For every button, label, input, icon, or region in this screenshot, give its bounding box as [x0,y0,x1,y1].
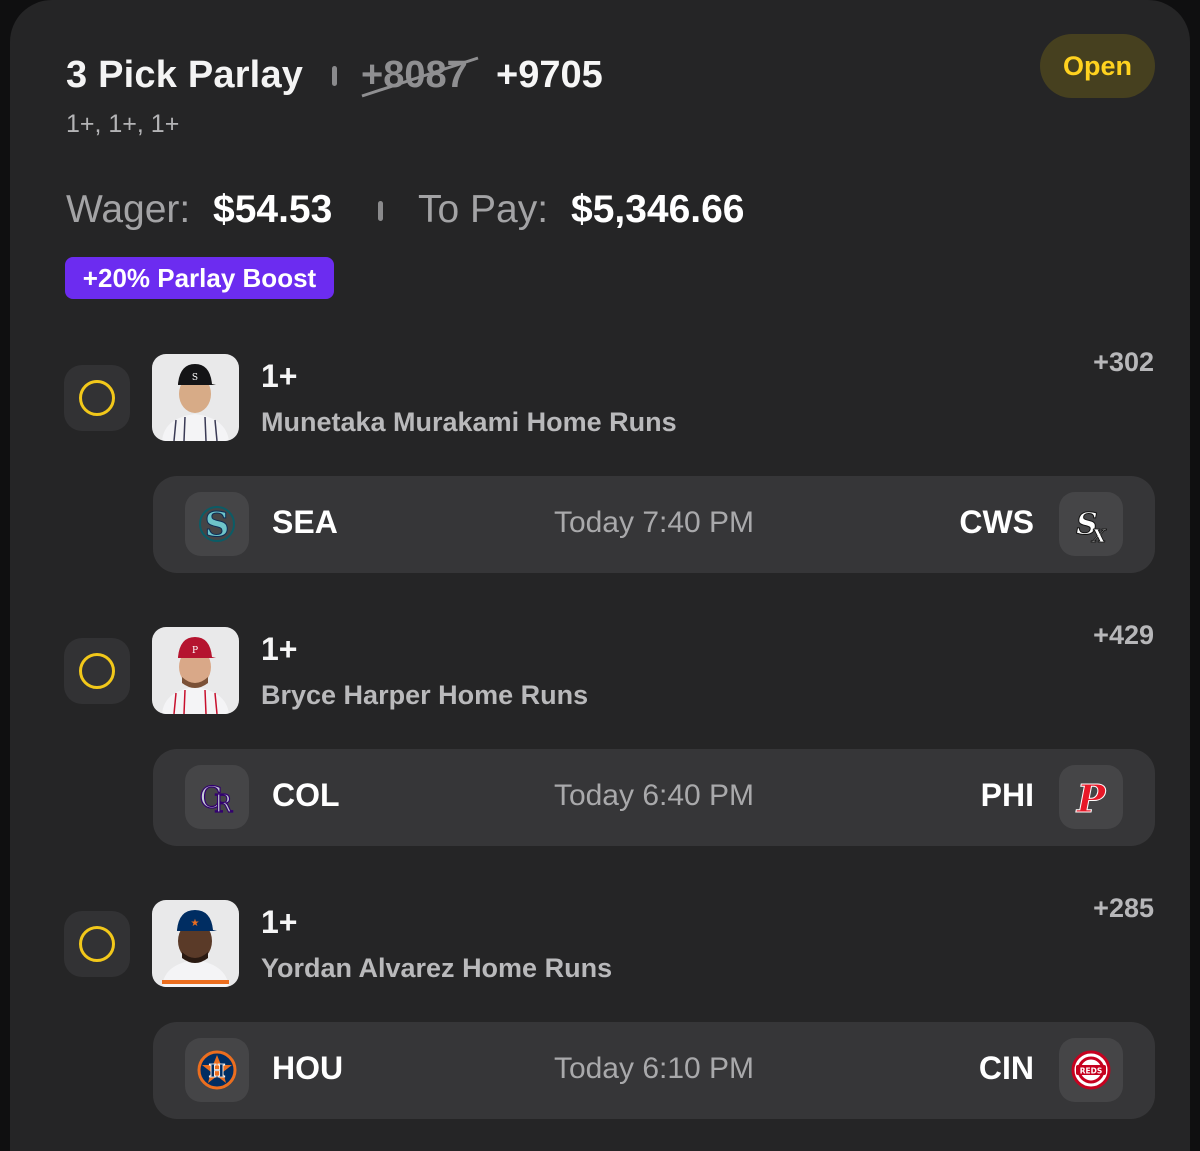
player-photo-icon: ★ [152,900,239,987]
svg-text:REDS: REDS [1080,1067,1103,1076]
boosted-odds: +9705 [496,54,603,96]
phillies-logo-icon: P [1059,765,1123,829]
pick-row[interactable]: S 1+ Munetaka Murakami Home Runs +302 S … [10,347,1200,584]
pick-status-indicator [64,911,130,977]
svg-text:X: X [1091,526,1107,546]
pick-market: Munetaka Murakami Home Runs [261,407,677,437]
wager-amount: $54.53 [213,188,333,231]
home-team: CIN [978,1050,1034,1086]
open-circle-icon [79,380,115,416]
game-matchup[interactable]: S SEA Today 7:40 PM CWS S X [153,476,1155,573]
pick-odds: +429 [1093,620,1154,650]
status-badge: Open [1040,34,1155,98]
player-avatar: P [152,627,239,714]
open-circle-icon [79,926,115,962]
open-circle-icon [79,653,115,689]
svg-text:P: P [1076,776,1107,820]
title-divider [332,66,337,86]
pick-row[interactable]: ★ 1+ Yordan Alvarez Home Runs +285 H HOU… [10,893,1200,1130]
player-photo-icon: P [152,627,239,714]
wager-label: Wager: [66,188,191,231]
home-team: PHI [980,777,1034,813]
parlay-title: 3 Pick Parlay [66,54,304,96]
svg-text:S: S [192,373,198,383]
white-sox-logo-icon: S X [1059,492,1123,556]
original-odds: +8087 [361,54,468,96]
pick-odds: +285 [1093,893,1154,923]
pick-line: 1+ [261,904,298,940]
parlay-card: 3 Pick Parlay +8087 +9705 1+, 1+, 1+ Ope… [10,0,1190,1151]
parlay-boost-badge: +20% Parlay Boost [65,257,334,299]
pick-status-indicator [64,365,130,431]
player-avatar: ★ [152,900,239,987]
pick-row[interactable]: P 1+ Bryce Harper Home Runs +429 C R COL… [10,620,1200,857]
home-team: CWS [959,504,1034,540]
to-pay-label: To Pay: [418,188,549,231]
wager-divider [378,201,383,221]
parlay-legs-summary: 1+, 1+, 1+ [66,110,180,138]
to-pay-amount: $5,346.66 [571,188,745,231]
pick-line: 1+ [261,631,298,667]
pick-market: Yordan Alvarez Home Runs [261,953,613,983]
player-photo-icon: S [152,354,239,441]
game-matchup[interactable]: H HOU Today 6:10 PM CIN REDS [153,1022,1155,1119]
reds-logo-icon: REDS [1059,1038,1123,1102]
svg-text:★: ★ [191,918,200,929]
pick-market: Bryce Harper Home Runs [261,680,589,710]
game-matchup[interactable]: C R COL Today 6:40 PM PHI P [153,749,1155,846]
pick-odds: +302 [1093,347,1154,377]
player-avatar: S [152,354,239,441]
pick-status-indicator [64,638,130,704]
pick-line: 1+ [261,358,298,394]
svg-text:P: P [192,646,198,656]
